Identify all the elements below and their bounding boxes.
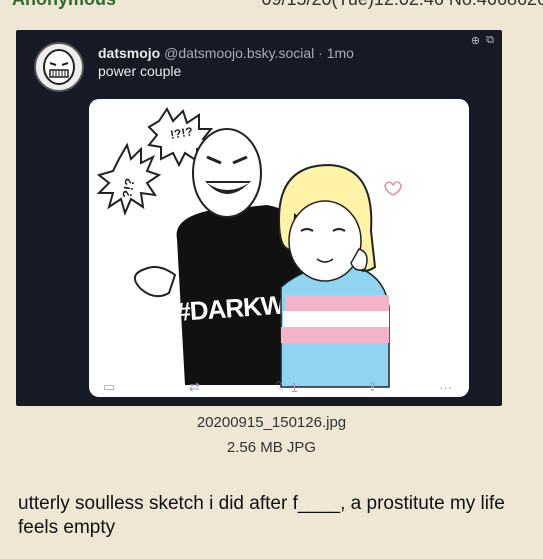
repost-icon: ⇄ <box>189 379 200 394</box>
more-icon: ··· <box>439 379 452 395</box>
file-name[interactable]: 20200915_150126.jpg <box>0 414 543 431</box>
reply-button[interactable]: ▭ <box>103 379 115 395</box>
post-header: datsmojo @datsmoojo.bsky.social · 1mo po… <box>34 42 354 92</box>
post-comment: utterly soulless sketch i did after f___… <box>18 493 505 538</box>
reply-icon: ▭ <box>103 379 116 394</box>
repost-button[interactable]: ⇄ <box>189 379 200 395</box>
flag-shirt <box>280 265 390 388</box>
more-button[interactable]: ··· <box>439 380 452 395</box>
post-actions: ▭ ⇄ ♡ 1 ⇪ ··· <box>89 376 469 398</box>
post-caption: power couple <box>98 63 182 79</box>
open-external-icon[interactable]: ⧉ <box>486 34 494 47</box>
file-size: 2.56 MB JPG <box>226 439 317 456</box>
share-icon: ⇪ <box>367 379 378 394</box>
post-meta: 09/15/20(Tue)12:02:46 No.4668626 <box>261 0 543 10</box>
avatar[interactable] <box>34 42 84 92</box>
share-button[interactable]: ⇪ <box>367 379 378 395</box>
like-button[interactable]: ♡ 1 <box>275 379 298 395</box>
handle[interactable]: @datsmoojo.bsky.social <box>164 45 314 61</box>
author-line: datsmojo @datsmoojo.bsky.social · 1mo <box>98 44 354 62</box>
embedded-post: ⊕ ⧉ datsmojo @datsmoojo.bsky.social · 1m… <box>16 30 502 406</box>
poster-name: Anonymous <box>12 0 116 10</box>
post-image[interactable]: ?!? !?!? #DARKWOKE <box>89 99 469 397</box>
corner-icons: ⊕ ⧉ <box>471 34 494 47</box>
heart-icon: ♡ <box>275 379 287 394</box>
zoom-icon[interactable]: ⊕ <box>471 34 480 47</box>
post-topbar: Anonymous 09/15/20(Tue)12:02:46 No.46686… <box>0 0 543 10</box>
post-age: 1mo <box>326 45 354 61</box>
like-count: 1 <box>290 379 298 395</box>
display-name[interactable]: datsmojo <box>98 45 160 61</box>
separator: · <box>318 45 323 61</box>
speech-bubble-left: ?!? <box>96 142 162 216</box>
